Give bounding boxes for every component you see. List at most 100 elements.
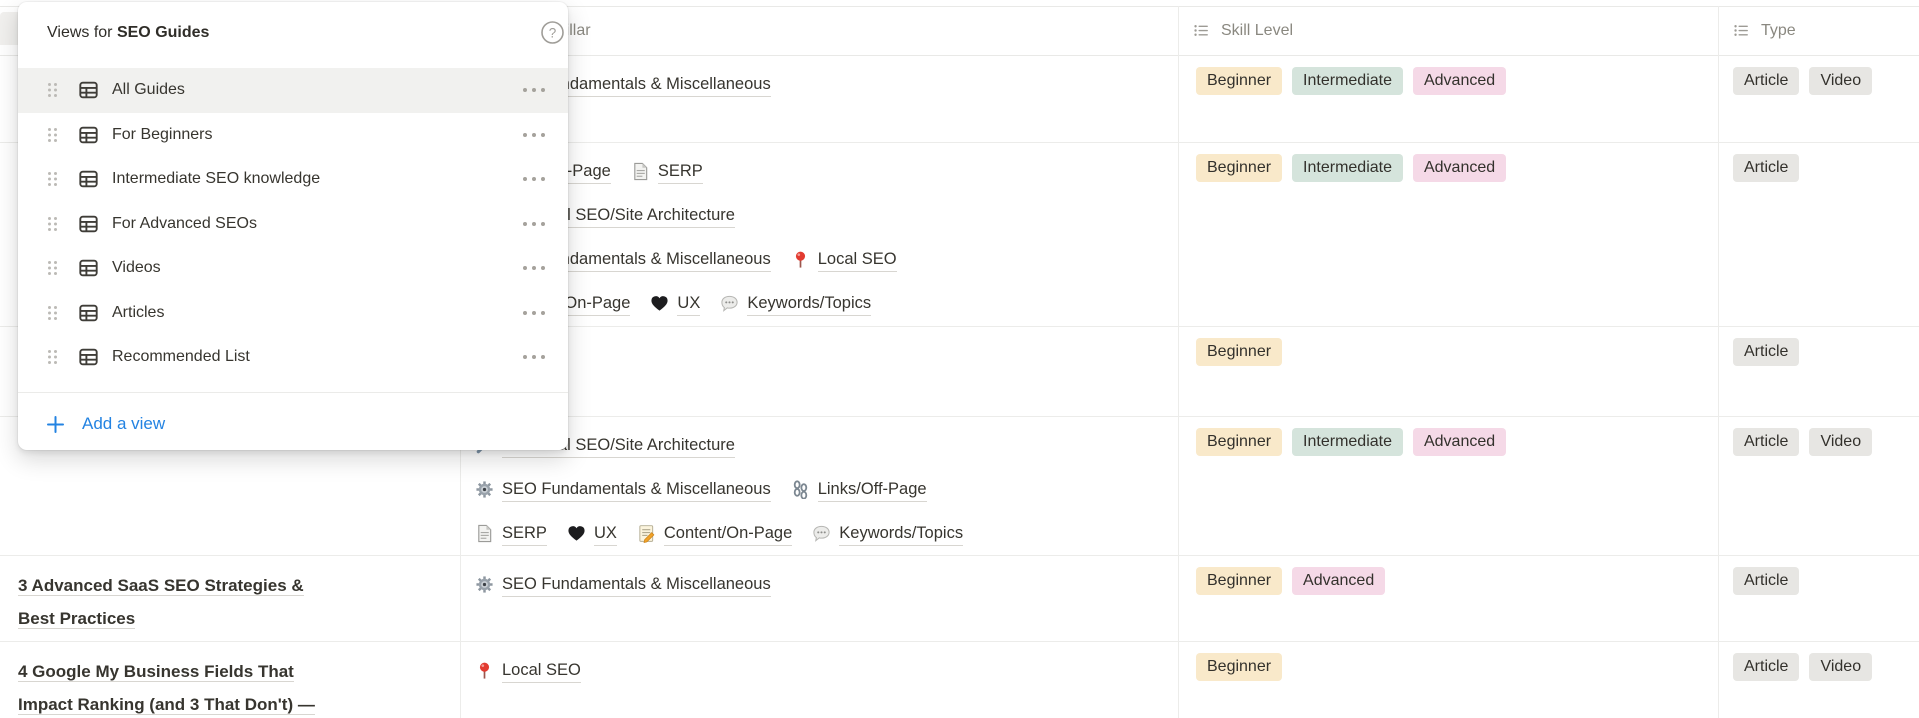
table-view-icon	[78, 169, 99, 190]
menu-item-label: Videos	[112, 259, 161, 277]
add-view-button[interactable]: Add a view	[18, 400, 568, 448]
page-title-link[interactable]: 4 Google My Business Fields That	[18, 655, 440, 688]
relation-page-link[interactable]: SERP	[475, 521, 547, 546]
skill-tag: Advanced	[1412, 154, 1507, 182]
relation-page-link[interactable]: Local SEO	[475, 658, 581, 683]
relation-page-link[interactable]: SEO Fundamentals & Miscellaneous	[475, 572, 771, 597]
plus-icon	[46, 415, 65, 434]
page-title-link[interactable]: Best Practices	[18, 602, 440, 635]
type-tag: Video	[1809, 67, 1873, 95]
type-cell[interactable]: Article Video	[1718, 642, 1919, 718]
table-view-icon	[78, 80, 99, 101]
type-cell[interactable]: Article	[1718, 143, 1919, 326]
menu-item-label: Recommended List	[112, 348, 250, 366]
menu-item-view[interactable]: Articles	[18, 291, 568, 336]
more-dots-icon[interactable]	[516, 166, 552, 192]
pillar-cell[interactable]: SEO Fundamentals & Miscellaneous	[460, 556, 1178, 641]
pillar-cell[interactable]: Local SEO	[460, 642, 1178, 718]
menu-item-view[interactable]: Intermediate SEO knowledge	[18, 157, 568, 202]
type-cell[interactable]: Article	[1718, 556, 1919, 641]
table-view-icon	[78, 302, 99, 323]
skill-level-cell[interactable]: Beginner Intermediate Advanced	[1178, 417, 1718, 555]
drag-handle-icon[interactable]	[46, 82, 59, 99]
add-view-label: Add a view	[82, 414, 166, 433]
menu-item-view[interactable]: Videos	[18, 246, 568, 291]
table-header-type[interactable]: Type	[1733, 7, 1796, 55]
table-view-icon	[78, 258, 99, 279]
more-dots-icon[interactable]	[516, 77, 552, 103]
list-property-icon	[1193, 22, 1212, 41]
skill-tag: Intermediate	[1292, 67, 1403, 95]
drag-handle-icon[interactable]	[46, 215, 59, 232]
skill-level-cell[interactable]: Beginner Advanced	[1178, 556, 1718, 641]
skill-tag: Intermediate	[1292, 428, 1403, 456]
skill-level-cell[interactable]: Beginner Intermediate Advanced	[1178, 143, 1718, 326]
page-title-link[interactable]: Impact Ranking (and 3 That Don't) —	[18, 688, 440, 718]
relation-page-link[interactable]: UX	[567, 521, 617, 546]
more-dots-icon[interactable]	[516, 122, 552, 148]
table-view-icon	[78, 124, 99, 145]
skill-tag: Beginner	[1196, 653, 1283, 681]
more-dots-icon[interactable]	[516, 300, 552, 326]
menu-item-label: For Beginners	[112, 125, 213, 143]
relation-page-link[interactable]: UX	[650, 291, 701, 316]
skill-level-cell[interactable]: Beginner	[1178, 642, 1718, 718]
menu-item-view[interactable]: For Advanced SEOs	[18, 202, 568, 247]
relation-page-link[interactable]: Keywords/Topics	[812, 521, 964, 546]
menu-item-label: For Advanced SEOs	[112, 214, 257, 232]
drag-handle-icon[interactable]	[46, 260, 59, 277]
table-header-skill-level[interactable]: Skill Level	[1193, 7, 1293, 55]
type-cell[interactable]: Article Video	[1718, 56, 1919, 142]
title-cell[interactable]: 4 Google My Business Fields That Impact R…	[0, 642, 460, 718]
drag-handle-icon[interactable]	[46, 304, 59, 321]
views-menu-title: Views for SEO Guides	[47, 24, 210, 41]
menu-item-view[interactable]: Recommended List	[18, 335, 568, 380]
drag-handle-icon[interactable]	[46, 171, 59, 188]
skill-tag: Advanced	[1292, 567, 1386, 595]
skill-tag: Beginner	[1196, 154, 1283, 182]
type-tag: Video	[1809, 428, 1873, 456]
type-cell[interactable]: Article Video	[1718, 417, 1919, 555]
type-tag: Article	[1733, 154, 1800, 182]
relation-page-link[interactable]: SERP	[631, 159, 703, 184]
page-icon	[475, 524, 494, 543]
skill-tag: Beginner	[1196, 428, 1283, 456]
skill-tag: Beginner	[1196, 67, 1283, 95]
gear-icon	[475, 480, 494, 499]
more-dots-icon[interactable]	[516, 344, 552, 370]
views-dropdown-menu: Views for SEO Guides ? All Guides For Beg…	[18, 2, 568, 450]
relation-page-link[interactable]: Links/Off-Page	[791, 477, 927, 502]
header-label-type: Type	[1761, 22, 1796, 39]
menu-item-label: Articles	[112, 303, 165, 321]
drag-handle-icon[interactable]	[46, 126, 59, 143]
type-tag: Article	[1733, 653, 1800, 681]
views-menu-title-subject: SEO Guides	[116, 24, 210, 41]
title-cell[interactable]: 3 Advanced SaaS SEO Strategies & Best Pra…	[0, 556, 460, 641]
skill-level-cell[interactable]: Beginner	[1178, 327, 1718, 416]
more-dots-icon[interactable]	[516, 211, 552, 237]
skill-level-cell[interactable]: Beginner Intermediate Advanced	[1178, 56, 1718, 142]
pin-icon	[791, 250, 810, 269]
skill-tag: Intermediate	[1292, 154, 1403, 182]
menu-item-view[interactable]: All Guides	[18, 68, 568, 113]
gear-icon	[475, 575, 494, 594]
header-label-skill-level: Skill Level	[1221, 22, 1294, 39]
skill-tag: Beginner	[1196, 338, 1283, 366]
menu-item-view[interactable]: For Beginners	[18, 113, 568, 158]
type-cell[interactable]: Article	[1718, 327, 1919, 416]
type-tag: Video	[1809, 653, 1873, 681]
views-menu-items: All Guides For Beginners Intermediate SEO …	[18, 68, 568, 380]
drag-handle-icon[interactable]	[46, 349, 59, 366]
page-title-link[interactable]: 3 Advanced SaaS SEO Strategies &	[18, 569, 440, 602]
relation-page-link[interactable]: SEO Fundamentals & Miscellaneous	[475, 477, 771, 502]
relation-page-link[interactable]: Keywords/Topics	[720, 291, 872, 316]
list-property-icon	[1733, 22, 1752, 41]
help-icon[interactable]: ?	[540, 20, 565, 45]
more-dots-icon[interactable]	[516, 255, 552, 281]
heart-icon	[567, 524, 586, 543]
relation-page-link[interactable]: Local SEO	[791, 247, 897, 272]
table-view-icon	[78, 213, 99, 234]
relation-page-link[interactable]: Content/On-Page	[637, 521, 793, 546]
type-tag: Article	[1733, 338, 1800, 366]
chains-icon	[791, 479, 810, 500]
